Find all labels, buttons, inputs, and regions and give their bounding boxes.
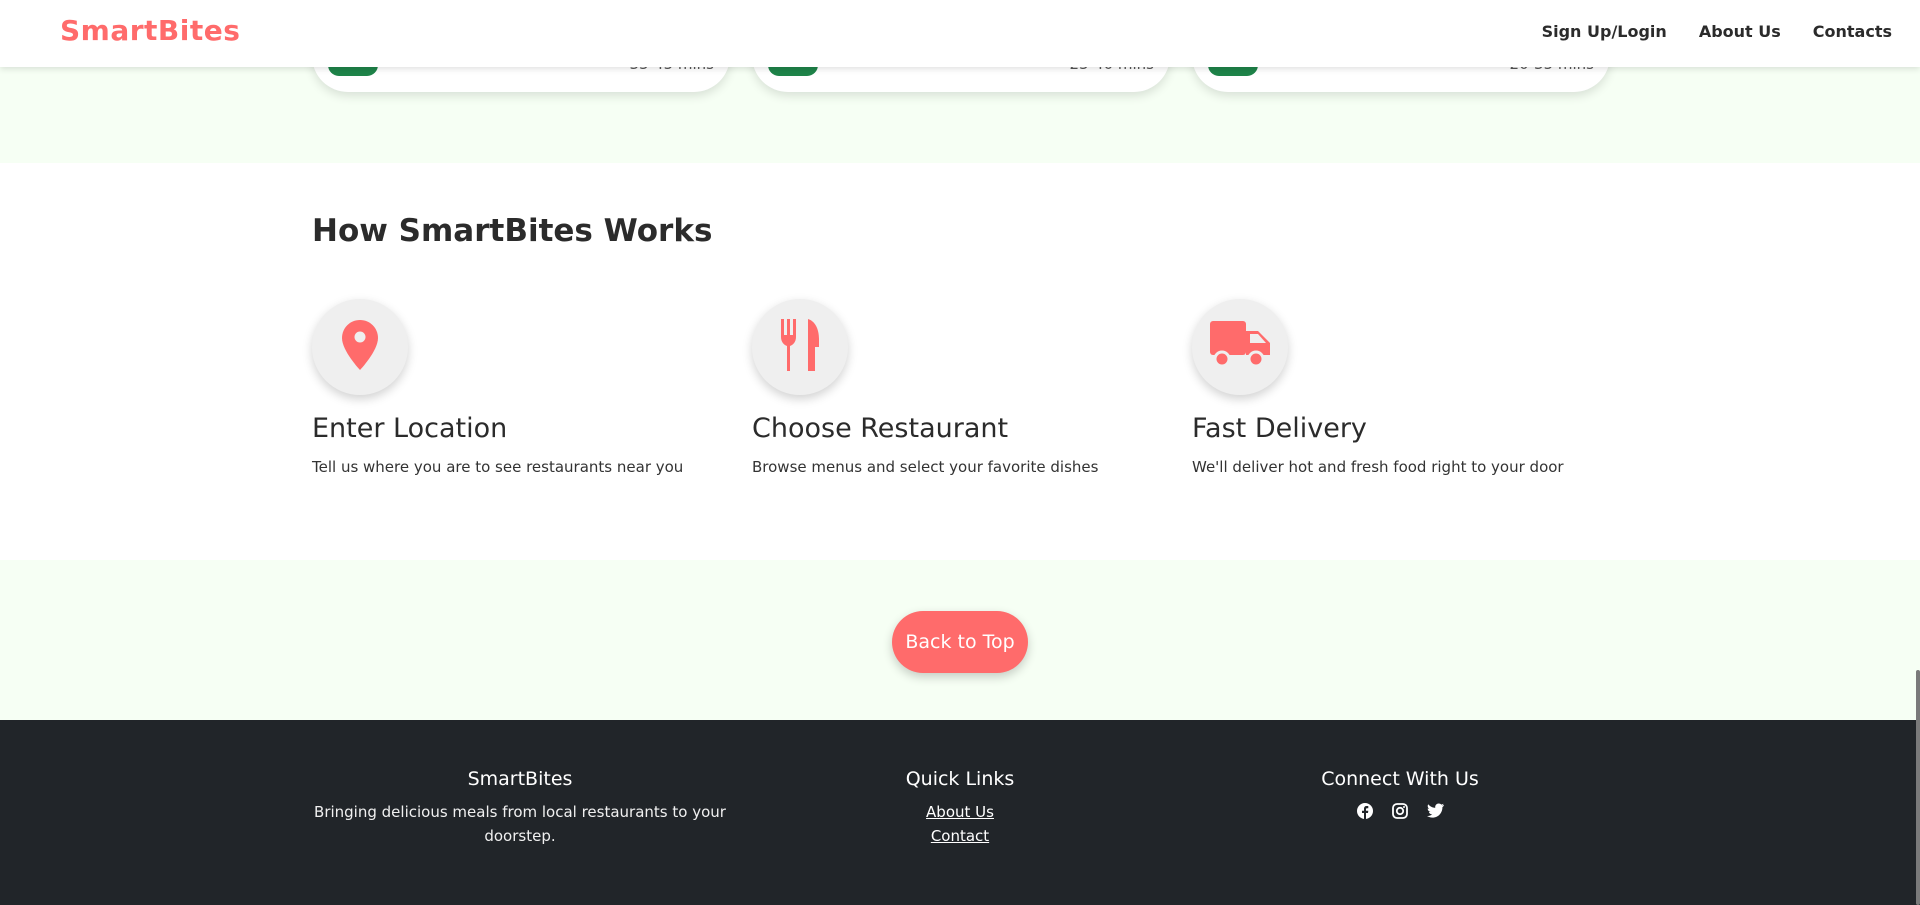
site-logo[interactable]: SmartBites (60, 14, 240, 47)
footer-brand: SmartBites Bringing delicious meals from… (312, 768, 728, 848)
truck-icon (1210, 321, 1270, 373)
step-description: Tell us where you are to see restaurants… (312, 458, 684, 476)
utensils-icon (778, 319, 822, 375)
step-choose-restaurant: Choose Restaurant Browse menus and selec… (752, 299, 1172, 476)
footer-link-about-us[interactable]: About Us (752, 800, 1168, 824)
step-description: We'll deliver hot and fresh food right t… (1192, 458, 1564, 476)
footer-links-title: Quick Links (905, 768, 1015, 790)
nav-signup-login[interactable]: Sign Up/Login (1542, 22, 1667, 41)
social-links (1192, 802, 1608, 819)
back-to-top-button[interactable]: Back to Top (892, 611, 1028, 673)
step-title: Enter Location (312, 413, 508, 444)
facebook-icon[interactable] (1357, 802, 1374, 819)
nav-contacts[interactable]: Contacts (1813, 22, 1892, 41)
step-icon-circle (1192, 299, 1288, 395)
section-title: How SmartBites Works (312, 213, 713, 249)
footer-connect-title: Connect With Us (1321, 768, 1479, 790)
instagram-icon[interactable] (1392, 802, 1409, 819)
step-icon-circle (312, 299, 408, 395)
map-pin-icon (342, 320, 378, 374)
back-to-top-band: Back to Top (0, 560, 1920, 720)
step-title: Choose Restaurant (752, 413, 1009, 444)
how-it-works-section: How SmartBites Works Enter Location Tell… (0, 163, 1920, 560)
step-fast-delivery: Fast Delivery We'll deliver hot and fres… (1192, 299, 1612, 476)
step-title: Fast Delivery (1192, 413, 1367, 444)
step-icon-circle (752, 299, 848, 395)
footer-quick-links: Quick Links About Us Contact (752, 768, 1168, 848)
footer-link-contact[interactable]: Contact (752, 824, 1168, 848)
page-scrollbar[interactable] (1916, 0, 1920, 905)
footer-connect: Connect With Us (1192, 768, 1608, 819)
site-footer: SmartBites Bringing delicious meals from… (0, 720, 1920, 905)
footer-brand-title: SmartBites (467, 768, 573, 790)
site-header: SmartBites Sign Up/Login About Us Contac… (0, 0, 1920, 67)
step-enter-location: Enter Location Tell us where you are to … (312, 299, 732, 476)
nav-about-us[interactable]: About Us (1699, 22, 1781, 41)
main-nav: Sign Up/Login About Us Contacts (1542, 22, 1892, 41)
step-description: Browse menus and select your favorite di… (752, 458, 1099, 476)
scrollbar-thumb[interactable] (1916, 670, 1920, 905)
twitter-icon[interactable] (1426, 802, 1444, 819)
footer-brand-text: Bringing delicious meals from local rest… (314, 803, 726, 845)
